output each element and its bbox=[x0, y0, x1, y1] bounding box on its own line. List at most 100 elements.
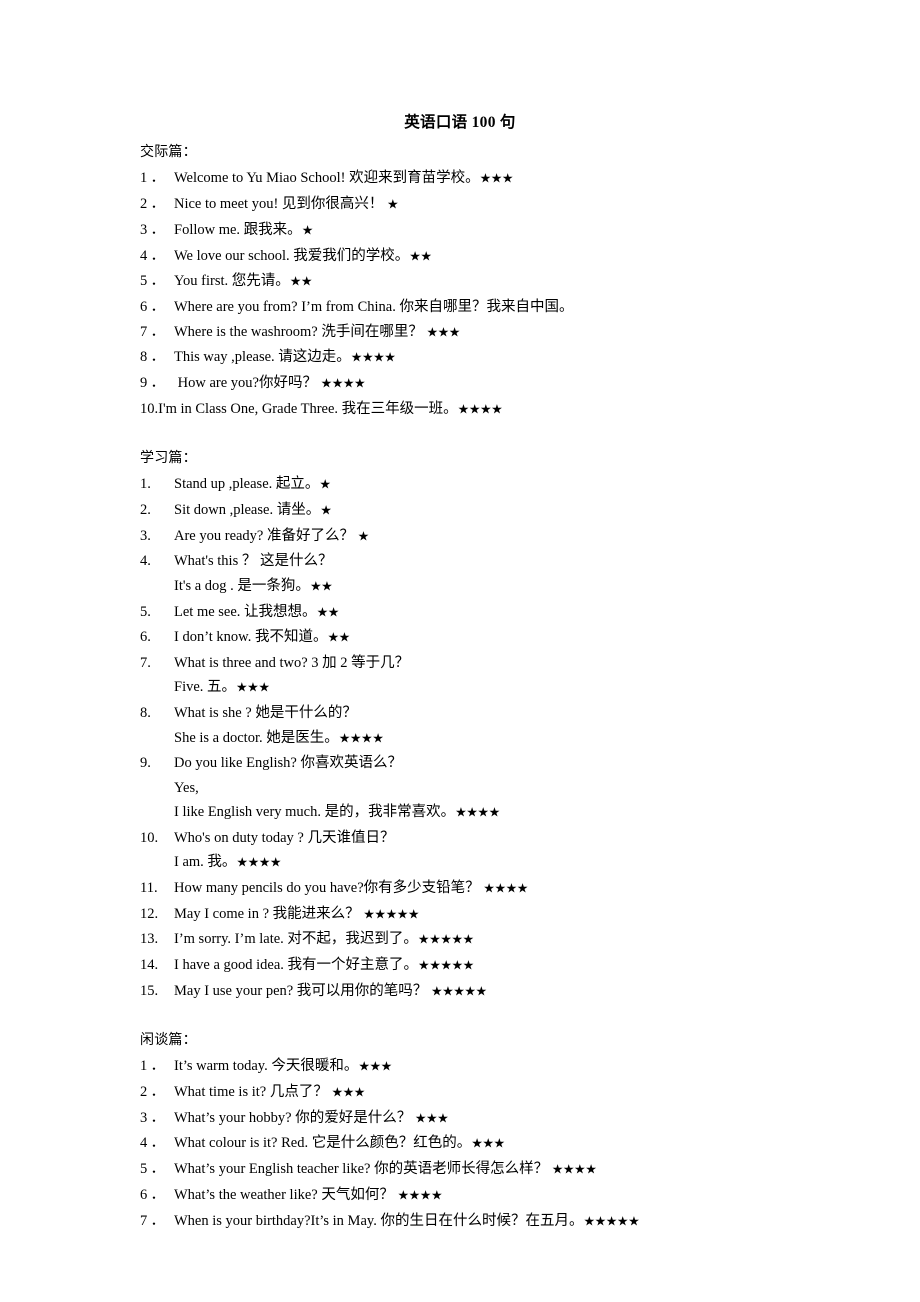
list-item-number: 10. bbox=[140, 829, 159, 846]
list-item: 10.I'm in Class One, Grade Three. 我在三年级一… bbox=[140, 397, 800, 423]
phrase-text: Follow me. 跟我来。 bbox=[174, 221, 302, 238]
list-item: 5． You first. 您先请。★★ bbox=[140, 269, 800, 295]
list-item: 3. Are you ready? 准备好了么？ ★ bbox=[140, 524, 800, 550]
list-item-number: 5. bbox=[140, 603, 151, 620]
phrase-text: What's this ？ 这是什么？ bbox=[174, 553, 333, 570]
star-rating: ★★★★ bbox=[236, 855, 282, 871]
list-item: 2. Sit down ,please. 请坐。★ bbox=[140, 498, 800, 524]
star-rating: ★★ bbox=[289, 274, 313, 290]
list-item-number: 14. bbox=[140, 957, 159, 974]
section: 学习篇： 1. Stand up ,please. 起立。★ 2. Sit down ,… bbox=[140, 447, 800, 1005]
list-item: 8. What is she ? 她是干什么的？ bbox=[140, 701, 800, 725]
phrase-text: I am. 我。 bbox=[174, 854, 237, 871]
star-rating: ★★★★ bbox=[338, 731, 384, 747]
page-title: 英语口语 100 句 bbox=[404, 114, 516, 131]
phrase-continuation: Yes, bbox=[140, 776, 800, 800]
star-rating: ★★★★ bbox=[320, 376, 366, 392]
star-rating: ★★★ bbox=[236, 680, 270, 696]
star-rating: ★★★★★ bbox=[417, 932, 474, 948]
list-item: 1． Welcome to Yu Miao School! 欢迎来到育苗学校。★★… bbox=[140, 166, 800, 192]
phrase-text: Who's on duty today ? 几天谁值日？ bbox=[174, 829, 395, 846]
section: 交际篇： 1． Welcome to Yu Miao School! 欢迎来到育苗学… bbox=[140, 141, 800, 423]
section-heading: 学习篇： bbox=[140, 450, 197, 466]
list-item-number: 2. bbox=[140, 501, 151, 518]
phrase-text: Five. 五。 bbox=[174, 679, 237, 696]
phrase-text: Welcome to Yu Miao School! 欢迎来到育苗学校。 bbox=[174, 170, 480, 187]
list-item-number: 1． bbox=[140, 170, 169, 187]
list-item: 1． It’s warm today. 今天很暖和。★★★ bbox=[140, 1054, 800, 1080]
phrase-text: Sit down ,please. 请坐。 bbox=[174, 501, 321, 518]
star-rating: ★★ bbox=[309, 579, 333, 595]
phrase-list: 1. Stand up ,please. 起立。★ 2. Sit down ,plea… bbox=[140, 472, 800, 1005]
star-rating: ★★★★ bbox=[455, 805, 500, 821]
list-item: 6. I don’t know. 我不知道。★★ bbox=[140, 625, 800, 651]
phrase-text: Do you like English? 你喜欢英语么？ bbox=[174, 755, 402, 772]
list-item-number: 4. bbox=[140, 553, 151, 570]
list-item-number: 3． bbox=[140, 1109, 169, 1126]
phrase-continuation: She is a doctor. 她是医生。★★★★ bbox=[140, 726, 800, 752]
phrase-text: I’m sorry. I’m late. 对不起，我迟到了。 bbox=[174, 931, 418, 948]
star-rating: ★★ bbox=[409, 249, 432, 265]
phrase-text: She is a doctor. 她是医生。 bbox=[174, 729, 339, 746]
list-item: 11. How many pencils do you have?你有多少支铅笔？… bbox=[140, 876, 800, 902]
phrase-text: When is your birthday?It’s in May. 你的生日在… bbox=[174, 1212, 584, 1229]
list-item: 6． Where are you from? I’m from China. 你来… bbox=[140, 295, 800, 319]
star-rating: ★ bbox=[320, 503, 332, 519]
phrase-text: Yes, bbox=[174, 779, 199, 796]
list-item: 10. Who's on duty today ? 几天谁值日？ bbox=[140, 826, 800, 850]
star-rating: ★★★★★ bbox=[430, 984, 487, 1000]
phrase-text: I have a good idea. 我有一个好主意了。 bbox=[174, 957, 419, 974]
star-rating: ★★★ bbox=[479, 171, 514, 187]
list-item-number: 7． bbox=[140, 1212, 169, 1229]
document-body: 英语口语 100 句 交际篇： 1． Welcome to Yu Miao Scho… bbox=[140, 110, 800, 1235]
list-item-number: 6． bbox=[140, 1187, 169, 1204]
list-item: 5． What’s your English teacher like? 你的英语… bbox=[140, 1157, 800, 1183]
phrase-text: It’s warm today. 今天很暖和。 bbox=[174, 1058, 359, 1075]
list-item-number: 11. bbox=[140, 879, 158, 896]
list-item-number: 3． bbox=[140, 221, 169, 238]
phrase-text: You first. 您先请。 bbox=[174, 273, 290, 290]
phrase-text: May I come in ? 我能进来么？ bbox=[174, 905, 364, 922]
phrase-text: Stand up ,please. 起立。 bbox=[174, 476, 320, 493]
star-rating: ★★ bbox=[316, 605, 340, 621]
list-item-number: 5． bbox=[140, 273, 169, 290]
list-item: 1. Stand up ,please. 起立。★ bbox=[140, 472, 800, 498]
phrase-text: Nice to meet you! 见到你很高兴！ bbox=[174, 196, 388, 213]
phrase-text: How many pencils do you have?你有多少支铅笔？ bbox=[174, 879, 484, 896]
star-rating: ★★★★ bbox=[551, 1162, 597, 1178]
list-item: 7. What is three and two? 3 加 2 等于几？ bbox=[140, 651, 800, 675]
phrase-text: What is three and two? 3 加 2 等于几？ bbox=[174, 655, 410, 672]
star-rating: ★★★ bbox=[358, 1059, 392, 1075]
phrase-continuation: I like English very much. 是的，我非常喜欢。★★★★ bbox=[140, 800, 800, 826]
star-rating: ★★★★ bbox=[350, 350, 396, 366]
star-rating: ★ bbox=[301, 223, 314, 239]
list-item: 14. I have a good idea. 我有一个好主意了。★★★★★ bbox=[140, 953, 800, 979]
list-item-number: 8． bbox=[140, 349, 169, 366]
phrase-text: I don’t know. 我不知道。 bbox=[174, 629, 328, 646]
list-item: 3． What’s your hobby? 你的爱好是什么？ ★★★ bbox=[140, 1106, 800, 1132]
list-item: 13. I’m sorry. I’m late. 对不起，我迟到了。★★★★★ bbox=[140, 927, 800, 953]
phrase-text: This way ,please. 请这边走。 bbox=[174, 349, 351, 366]
sections-container: 交际篇： 1． Welcome to Yu Miao School! 欢迎来到育苗学… bbox=[140, 141, 800, 1235]
list-item-number: 9. bbox=[140, 755, 151, 772]
phrase-text: How are you?你好吗？ bbox=[174, 375, 321, 392]
star-rating: ★★★★ bbox=[397, 1188, 443, 1204]
list-item-number: 6. bbox=[140, 629, 151, 646]
star-rating: ★★★ bbox=[471, 1136, 505, 1152]
list-item: 7． Where is the washroom? 洗手间在哪里？ ★★★ bbox=[140, 320, 800, 346]
phrase-text: What time is it? 几点了？ bbox=[174, 1083, 332, 1100]
list-item-number: 8. bbox=[140, 705, 151, 722]
star-rating: ★★★★ bbox=[457, 402, 503, 418]
phrase-text: What’s the weather like? 天气如何？ bbox=[174, 1187, 398, 1204]
list-item: 15. May I use your pen? 我可以用你的笔吗？ ★★★★★ bbox=[140, 979, 800, 1005]
phrase-text: What colour is it? Red. 它是什么颜色？红色的。 bbox=[174, 1135, 472, 1152]
list-item: 4. What's this ？ 这是什么？ bbox=[140, 549, 800, 573]
star-rating: ★★★ bbox=[426, 325, 461, 341]
section-heading: 闲谈篇： bbox=[140, 1032, 197, 1048]
phrase-continuation: I am. 我。★★★★ bbox=[140, 850, 800, 876]
list-item-number: 5． bbox=[140, 1161, 169, 1178]
star-rating: ★★★★★ bbox=[363, 907, 420, 923]
list-item: 8． This way ,please. 请这边走。★★★★ bbox=[140, 345, 800, 371]
